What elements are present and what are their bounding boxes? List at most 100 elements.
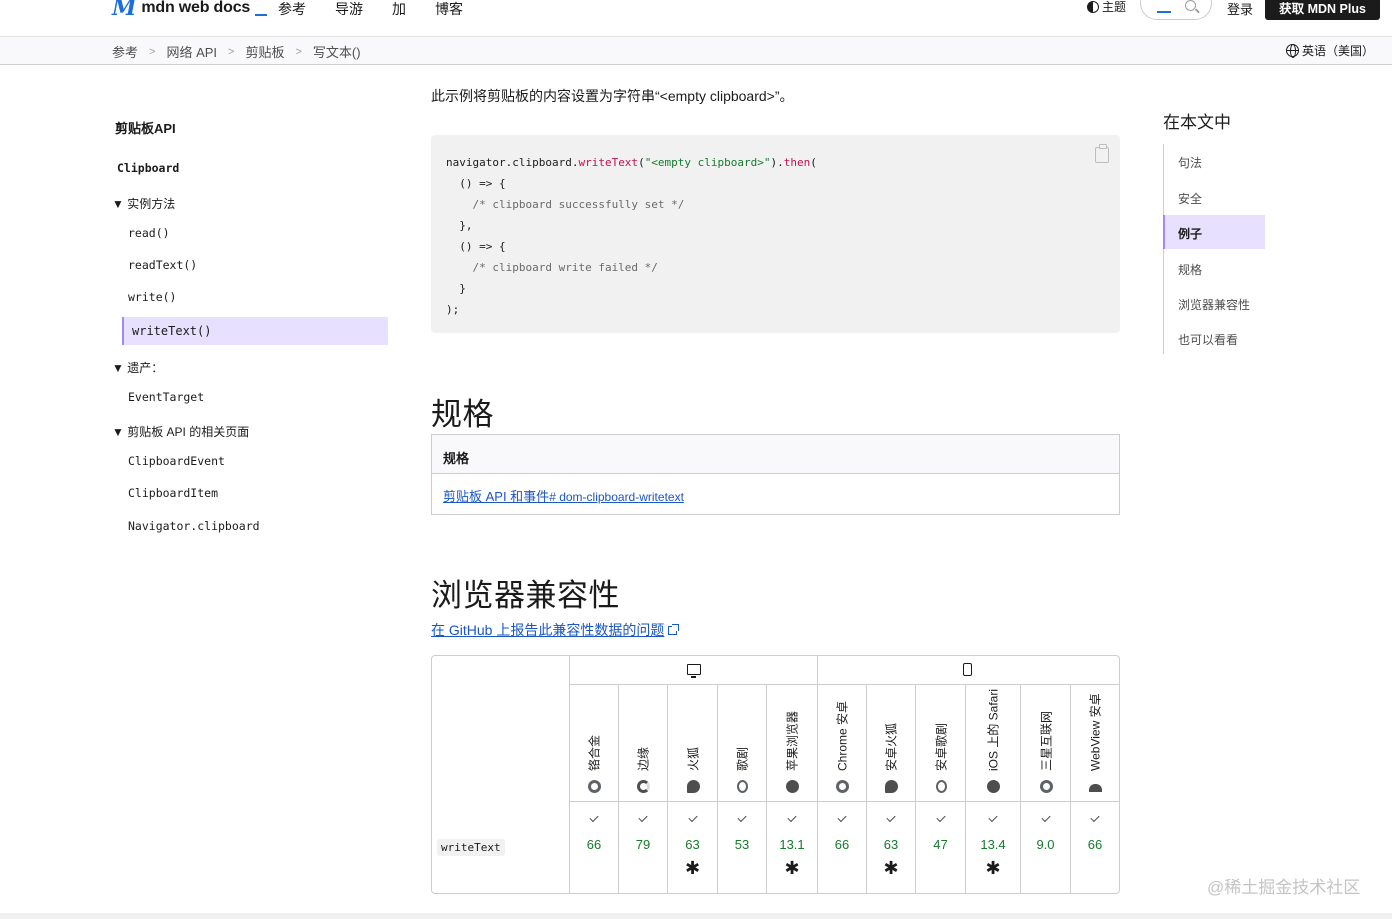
platform-header (570, 656, 1119, 685)
spec-link[interactable]: 剪贴板 API 和事件# dom-clipboard-writetext (432, 474, 1119, 505)
top-navigation-bar: M mdn web docs 参考 导游 加 博客 主题 登录 获取 MDN P… (0, 0, 1392, 36)
platform-desktop (570, 656, 818, 685)
get-mdn-plus-button[interactable]: 获取 MDN Plus (1265, 0, 1380, 20)
globe-icon (1286, 44, 1299, 58)
browser-col-firefox[interactable]: 火狐 63 ✱ (668, 685, 718, 893)
compat-table: writeText 铬合金 66 边缘 79 火狐 63 ✱ 歌剧 53 苹果浏… (431, 655, 1120, 894)
safari-icon (987, 780, 1000, 793)
toc-item-syntax[interactable]: 句法 (1178, 154, 1202, 171)
sidebar-item-clipboardevent[interactable]: ClipboardEvent (128, 454, 225, 468)
sidebar-title[interactable]: 剪贴板API (115, 118, 176, 137)
check-icon (737, 812, 747, 823)
browser-col-safari[interactable]: 苹果浏览器 13.1 ✱ (767, 685, 818, 893)
nav-guides[interactable]: 导游 (335, 0, 363, 19)
check-icon (935, 812, 946, 823)
toc-item-specifications[interactable]: 规格 (1178, 261, 1202, 278)
browser-col-safari-ios[interactable]: iOS 上的 Safari 13.4 ✱ (966, 685, 1021, 893)
check-icon (787, 812, 797, 823)
nav-plus[interactable]: 加 (392, 0, 406, 19)
opera-icon (737, 780, 748, 793)
partial-note-icon: ✱ (784, 858, 800, 878)
toc-item-security[interactable]: 安全 (1178, 190, 1202, 207)
check-icon (988, 812, 998, 823)
example-description: 此示例将剪贴板的内容设置为字符串“<empty clipboard>”。 (431, 88, 794, 104)
search-input[interactable] (1140, 0, 1212, 20)
sidebar-group-related[interactable]: ▼ 剪贴板 API 的相关页面 (112, 423, 249, 440)
theme-label: 主题 (1102, 0, 1127, 14)
breadcrumb: 参考 > 网络 API > 剪贴板 > 写文本() (112, 42, 361, 61)
compat-heading: 浏览器兼容性 (431, 578, 620, 613)
github-report-link[interactable]: 在 GitHub 上报告此兼容性数据的问题 (431, 620, 680, 640)
desktop-icon (687, 664, 701, 678)
safari-icon (786, 780, 799, 793)
toc-item-examples[interactable]: 例子 (1178, 225, 1202, 242)
check-icon (886, 812, 896, 823)
support-version: 47 (933, 837, 948, 852)
theme-switcher[interactable]: 主题 (1087, 0, 1126, 15)
check-icon (837, 812, 847, 823)
mdn-logo-icon: M (112, 0, 137, 21)
horizontal-scrollbar[interactable] (0, 913, 1392, 919)
mdn-logo-text: mdn web docs (141, 0, 251, 16)
login-link[interactable]: 登录 (1227, 0, 1253, 18)
sidebar-item-readtext[interactable]: readText() (128, 258, 197, 272)
spec-table-header: 规格 (432, 435, 1119, 474)
support-version: 66 (834, 837, 850, 852)
toc-title: 在本文中 (1163, 113, 1231, 132)
breadcrumb-item-web-api[interactable]: 网络 API (166, 42, 217, 61)
partial-note-icon: ✱ (985, 858, 1001, 878)
spec-heading: 规格 (431, 397, 494, 432)
nav-blog[interactable]: 博客 (435, 0, 463, 19)
feature-name: writeText (437, 839, 505, 856)
sidebar-item-read[interactable]: read() (128, 226, 170, 240)
toc-item-see-also[interactable]: 也可以看看 (1178, 331, 1238, 348)
check-icon (1040, 812, 1051, 823)
toc-item-compat[interactable]: 浏览器兼容性 (1178, 296, 1250, 313)
sidebar-item-write[interactable]: write() (128, 290, 176, 304)
toc-divider (1163, 144, 1164, 354)
sidebar-group-methods[interactable]: ▼ 实例方法 (112, 195, 175, 212)
breadcrumb-item-writetext[interactable]: 写文本() (313, 42, 361, 61)
theme-icon (1087, 0, 1099, 13)
nav-references[interactable]: 参考 (278, 0, 306, 19)
search-icon[interactable] (1185, 0, 1196, 11)
browser-col-edge[interactable]: 边缘 79 (619, 685, 668, 893)
mdn-logo[interactable]: M mdn web docs (112, 0, 268, 21)
feature-column: writeText (432, 656, 570, 893)
search-caret (1157, 11, 1171, 13)
browser-col-chrome-android[interactable]: Chrome 安卓 66 (818, 685, 867, 893)
language-switcher[interactable]: 英语（美国） (1286, 42, 1374, 59)
chevron-right-icon: > (228, 45, 235, 58)
browser-col-webview[interactable]: WebView 安卓 66 (1071, 685, 1119, 893)
chevron-right-icon: > (149, 45, 156, 58)
partial-note-icon: ✱ (684, 858, 701, 878)
chrome-icon (588, 780, 601, 793)
breadcrumb-item-clipboard[interactable]: 剪贴板 (245, 42, 284, 61)
edge-icon (637, 780, 650, 793)
sidebar-item-writetext[interactable]: writeText() (132, 324, 211, 338)
browser-col-chrome[interactable]: 铬合金 66 (570, 685, 619, 893)
check-icon (638, 812, 648, 823)
browser-col-firefox-android[interactable]: 安卓火狐 63 ✱ (867, 685, 916, 893)
support-version: 66 (586, 837, 602, 852)
browser-col-samsung[interactable]: 三星互联网 9.0 (1021, 685, 1071, 893)
support-version: 53 (734, 837, 750, 852)
copy-icon[interactable] (1095, 144, 1109, 163)
check-icon (1090, 812, 1100, 823)
support-version: 63 (685, 837, 700, 852)
breadcrumb-item-references[interactable]: 参考 (112, 42, 138, 61)
opera-icon (935, 780, 947, 793)
platform-mobile (818, 656, 1119, 685)
browser-col-opera-android[interactable]: 安卓歌剧 47 (916, 685, 966, 893)
watermark-text: @稀土掘金技术社区 (1207, 878, 1361, 897)
support-version: 63 (883, 837, 899, 852)
support-version: 9.0 (1036, 837, 1055, 852)
partial-note-icon: ✱ (883, 858, 899, 878)
sidebar-group-inheritance[interactable]: ▼ 遗产： (112, 359, 163, 376)
sidebar-item-eventtarget[interactable]: EventTarget (128, 390, 204, 404)
support-version: 13.1 (779, 837, 805, 852)
sidebar-item-navigator-clipboard[interactable]: Navigator.clipboard (128, 519, 260, 533)
sidebar-item-clipboarditem[interactable]: ClipboardItem (128, 486, 218, 500)
browser-col-opera[interactable]: 歌剧 53 (718, 685, 767, 893)
sidebar-item-clipboard[interactable]: Clipboard (117, 161, 179, 175)
